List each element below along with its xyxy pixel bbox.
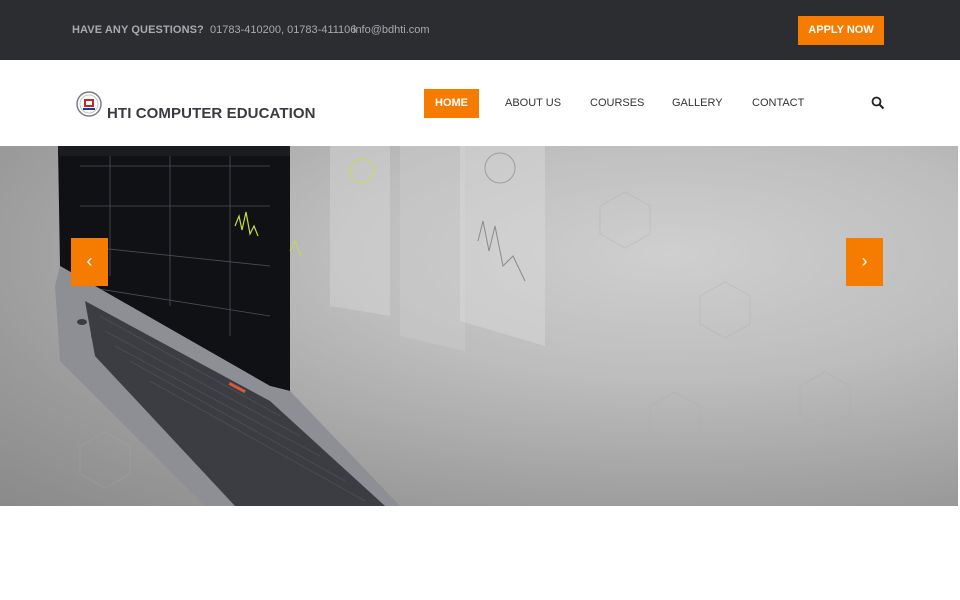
site-header: HTI COMPUTER EDUCATION HOME ABOUT US COU… [0, 60, 960, 146]
questions-label: HAVE ANY QUESTIONS? [72, 24, 204, 36]
apply-now-button[interactable]: APPLY NOW [798, 16, 884, 45]
nav-about-us[interactable]: ABOUT US [505, 89, 561, 118]
nav-home[interactable]: HOME [424, 89, 479, 118]
nav-contact[interactable]: CONTACT [752, 89, 804, 118]
nav-courses[interactable]: COURSES [590, 89, 644, 118]
top-bar: HAVE ANY QUESTIONS? 01783-410200, 01783-… [0, 0, 960, 60]
email-link[interactable]: info@bdhti.com [353, 24, 430, 36]
search-icon[interactable] [871, 96, 885, 110]
slider-prev-button[interactable]: ‹ [71, 238, 108, 286]
laptop-hero-image [55, 146, 851, 506]
slider-next-button[interactable]: › [846, 238, 883, 286]
brand-name[interactable]: HTI COMPUTER EDUCATION [107, 105, 316, 122]
hero-slider: ‹ › [0, 146, 958, 506]
nav-gallery[interactable]: GALLERY [672, 89, 723, 118]
phone-numbers[interactable]: 01783-410200, 01783-411106 [210, 24, 356, 36]
logo-icon[interactable] [76, 87, 102, 121]
